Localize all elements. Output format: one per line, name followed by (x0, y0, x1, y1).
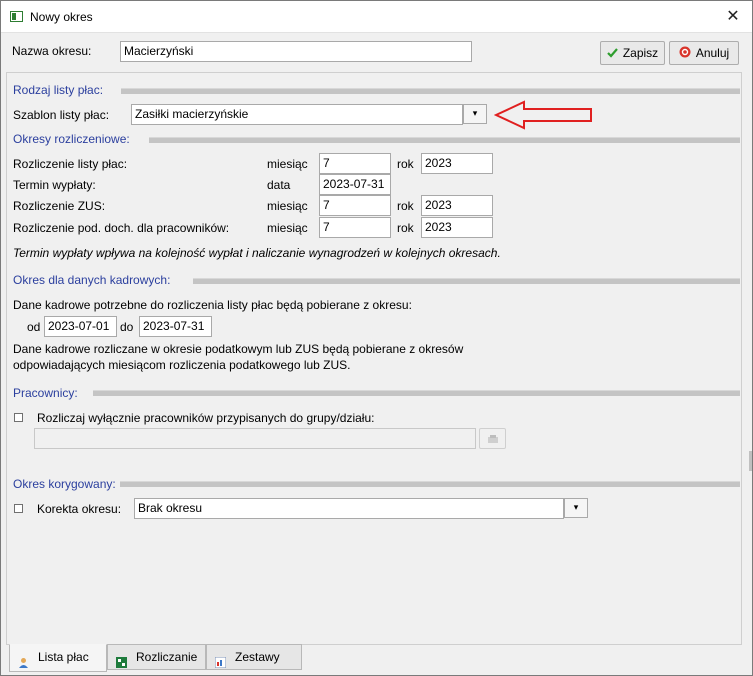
template-dropdown-button[interactable]: ▾ (463, 104, 487, 124)
section-divider (193, 278, 740, 284)
spreadsheet-icon (116, 652, 127, 669)
user-icon (18, 652, 29, 669)
close-icon[interactable]: ✕ (718, 4, 748, 29)
tab-rozliczanie[interactable]: Rozliczanie (107, 644, 206, 670)
section-title-settlement: Okresy rozliczeniowe: (13, 132, 130, 146)
tab-label: Lista płac (38, 650, 89, 664)
hr-from-date-input[interactable]: 2023-07-01 (44, 316, 117, 337)
section-divider (93, 390, 740, 396)
dialog-window: Nowy okres ✕ Nazwa okresu: Macierzyński … (0, 0, 753, 676)
settlement-note: Termin wypłaty wpływa na kolejność wypła… (13, 246, 501, 260)
zus-month-label: miesiąc (267, 199, 308, 213)
section-divider (120, 481, 740, 487)
tax-month-input[interactable]: 7 (319, 217, 391, 238)
tax-settlement-label: Rozliczenie pod. doch. dla pracowników: (13, 221, 230, 235)
payroll-month-input[interactable]: 7 (319, 153, 391, 174)
tax-year-label: rok (397, 221, 414, 235)
resize-handle[interactable] (749, 451, 752, 471)
group-filter-label: Rozliczaj wyłącznie pracowników przypisa… (37, 411, 375, 425)
tab-lista-plac[interactable]: Lista płac (9, 644, 107, 672)
chevron-down-icon: ▾ (573, 502, 579, 512)
tab-label: Rozliczanie (136, 650, 198, 664)
tax-month-label: miesiąc (267, 221, 308, 235)
payroll-year-input[interactable]: 2023 (421, 153, 493, 174)
save-button-label: Zapisz (622, 46, 659, 60)
zus-year-label: rok (397, 199, 414, 213)
section-title-hr-period: Okres dla danych kadrowych: (13, 273, 171, 287)
correction-checkbox[interactable] (14, 504, 23, 513)
red-arrow-annotation (494, 100, 592, 130)
group-filter-checkbox[interactable] (14, 413, 23, 422)
payment-date-label: Termin wypłaty: (13, 178, 96, 192)
period-name-label: Nazwa okresu: (12, 44, 92, 58)
group-picker-icon (487, 433, 499, 447)
save-button[interactable]: Zapisz (600, 41, 665, 65)
group-picker-button[interactable] (479, 428, 506, 449)
section-title-payroll-type: Rodzaj listy płac: (13, 83, 104, 97)
tab-label: Zestawy (235, 650, 280, 664)
title-bar: Nowy okres ✕ (1, 1, 752, 33)
payroll-month-label: miesiąc (267, 157, 308, 171)
zus-settlement-label: Rozliczenie ZUS: (13, 199, 106, 213)
period-name-input[interactable]: Macierzyński (120, 41, 472, 62)
app-icon (10, 11, 23, 22)
cancel-button-label: Anuluj (695, 46, 730, 60)
payment-date-input[interactable]: 2023-07-31 (319, 174, 391, 195)
section-title-employees: Pracownicy: (13, 386, 78, 400)
cancel-icon (679, 43, 691, 65)
section-divider (149, 137, 740, 143)
hr-to-date-input[interactable]: 2023-07-31 (139, 316, 212, 337)
payroll-year-label: rok (397, 157, 414, 171)
section-title-correction: Okres korygowany: (13, 477, 116, 491)
hr-period-note-line2: odpowiadających miesiącom rozliczenia po… (13, 358, 351, 372)
zus-year-input[interactable]: 2023 (421, 195, 493, 216)
hr-to-label: do (120, 320, 134, 334)
template-label: Szablon listy płac: (13, 108, 110, 122)
template-select[interactable]: Zasiłki macierzyńskie (131, 104, 463, 125)
hr-period-note-line1: Dane kadrowe rozliczane w okresie podatk… (13, 342, 464, 356)
hr-from-label: od (27, 320, 41, 334)
report-set-icon (214, 652, 227, 669)
checkmark-icon (607, 43, 618, 65)
group-select-input[interactable] (34, 428, 476, 449)
tab-zestawy[interactable]: Zestawy (206, 644, 302, 670)
window-title: Nowy okres (30, 10, 93, 24)
correction-dropdown-button[interactable]: ▾ (564, 498, 588, 518)
payroll-settlement-label: Rozliczenie listy płac: (13, 157, 128, 171)
cancel-button[interactable]: Anuluj (669, 41, 739, 65)
correction-label: Korekta okresu: (37, 502, 122, 516)
chevron-down-icon: ▾ (472, 108, 478, 118)
tax-year-input[interactable]: 2023 (421, 217, 493, 238)
hr-period-description: Dane kadrowe potrzebne do rozliczenia li… (13, 298, 412, 312)
section-divider (121, 88, 740, 94)
correction-select[interactable]: Brak okresu (134, 498, 564, 519)
payment-date-unit-label: data (267, 178, 291, 192)
zus-month-input[interactable]: 7 (319, 195, 391, 216)
